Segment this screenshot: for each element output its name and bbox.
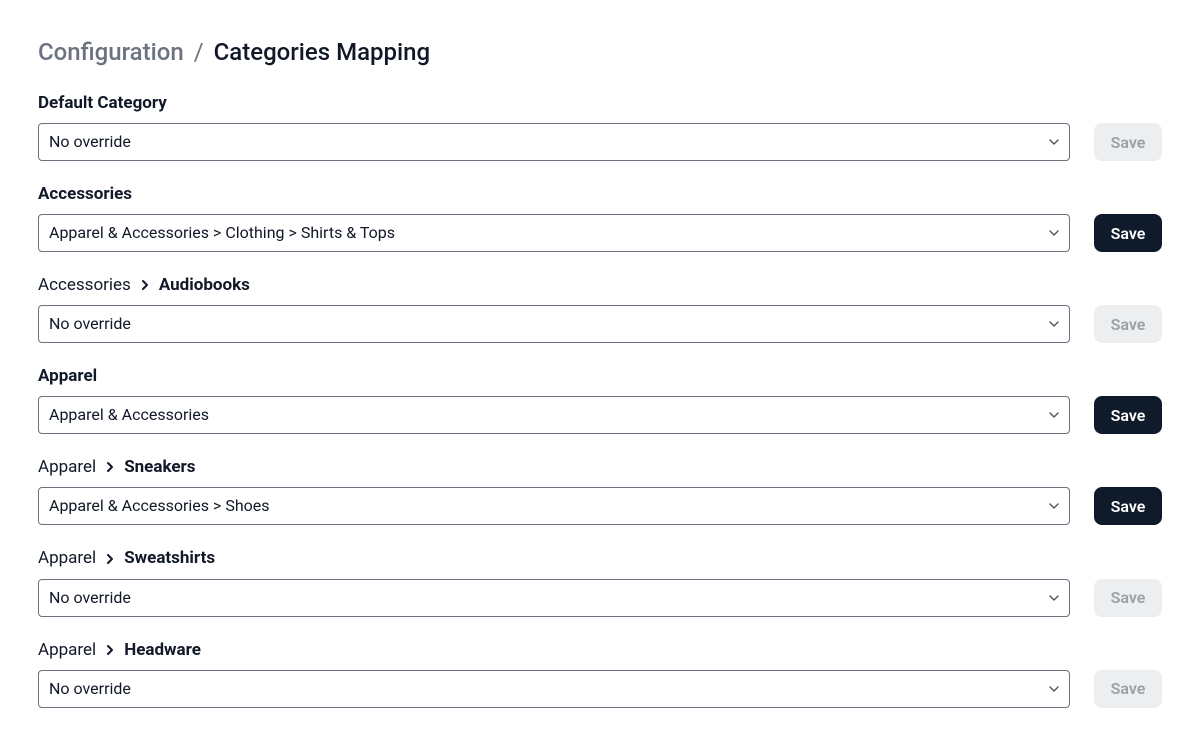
row-controls: No override Save	[38, 670, 1162, 708]
mapping-row-accessories: Accessories Apparel & Accessories > Clot…	[38, 183, 1162, 252]
mapping-row-apparel-sweatshirts: Apparel Sweatshirts No override Save	[38, 547, 1162, 616]
row-controls: No override Save	[38, 579, 1162, 617]
category-select[interactable]: Apparel & Accessories > Shoes	[38, 487, 1070, 525]
mapping-label: Default Category	[38, 92, 1162, 114]
save-button[interactable]: Save	[1094, 670, 1162, 708]
chevron-right-icon	[104, 461, 116, 473]
select-wrap: Apparel & Accessories > Clothing > Shirt…	[38, 214, 1070, 252]
breadcrumb-separator: /	[194, 38, 204, 66]
mapping-row-apparel-sneakers: Apparel Sneakers Apparel & Accessories >…	[38, 456, 1162, 525]
row-controls: No override Save	[38, 123, 1162, 161]
row-controls: No override Save	[38, 305, 1162, 343]
row-controls: Apparel & Accessories > Shoes Save	[38, 487, 1162, 525]
mapping-row-default-category: Default Category No override Save	[38, 92, 1162, 161]
mapping-label-tail: Audiobooks	[159, 274, 250, 296]
select-wrap: Apparel & Accessories > Shoes	[38, 487, 1070, 525]
category-select[interactable]: No override	[38, 579, 1070, 617]
select-wrap: No override	[38, 123, 1070, 161]
save-button[interactable]: Save	[1094, 579, 1162, 617]
mapping-label-text: Default Category	[38, 92, 167, 114]
mapping-row-accessories-audiobooks: Accessories Audiobooks No override Save	[38, 274, 1162, 343]
mapping-label-tail: Sweatshirts	[124, 547, 215, 569]
chevron-right-icon	[104, 553, 116, 565]
mapping-label-tail: Headware	[124, 639, 201, 661]
category-select[interactable]: No override	[38, 123, 1070, 161]
mapping-label-trail: Apparel	[38, 547, 96, 569]
mapping-label: Apparel Sweatshirts	[38, 547, 1162, 569]
row-controls: Apparel & Accessories Save	[38, 396, 1162, 434]
mapping-label: Accessories Audiobooks	[38, 274, 1162, 296]
breadcrumb-parent[interactable]: Configuration	[38, 38, 184, 66]
mapping-row-apparel: Apparel Apparel & Accessories Save	[38, 365, 1162, 434]
mapping-label: Accessories	[38, 183, 1162, 205]
save-button[interactable]: Save	[1094, 305, 1162, 343]
mapping-label-text: Apparel	[38, 365, 97, 387]
save-button[interactable]: Save	[1094, 214, 1162, 252]
mapping-row-apparel-headware: Apparel Headware No override Save	[38, 639, 1162, 708]
select-wrap: No override	[38, 670, 1070, 708]
mapping-label: Apparel	[38, 365, 1162, 387]
select-wrap: Apparel & Accessories	[38, 396, 1070, 434]
save-button[interactable]: Save	[1094, 396, 1162, 434]
save-button[interactable]: Save	[1094, 487, 1162, 525]
select-wrap: No override	[38, 579, 1070, 617]
chevron-right-icon	[139, 279, 151, 291]
category-select[interactable]: No override	[38, 670, 1070, 708]
category-select[interactable]: No override	[38, 305, 1070, 343]
category-select[interactable]: Apparel & Accessories > Clothing > Shirt…	[38, 214, 1070, 252]
save-button[interactable]: Save	[1094, 123, 1162, 161]
mapping-label-trail: Accessories	[38, 274, 131, 296]
mapping-label-text: Accessories	[38, 183, 132, 205]
select-wrap: No override	[38, 305, 1070, 343]
mapping-label-trail: Apparel	[38, 456, 96, 478]
mapping-label: Apparel Headware	[38, 639, 1162, 661]
category-select[interactable]: Apparel & Accessories	[38, 396, 1070, 434]
row-controls: Apparel & Accessories > Clothing > Shirt…	[38, 214, 1162, 252]
mapping-label-tail: Sneakers	[124, 456, 195, 478]
chevron-right-icon	[104, 644, 116, 656]
mapping-label: Apparel Sneakers	[38, 456, 1162, 478]
breadcrumb: Configuration / Categories Mapping	[38, 38, 1162, 66]
breadcrumb-current: Categories Mapping	[214, 38, 430, 66]
mapping-label-trail: Apparel	[38, 639, 96, 661]
